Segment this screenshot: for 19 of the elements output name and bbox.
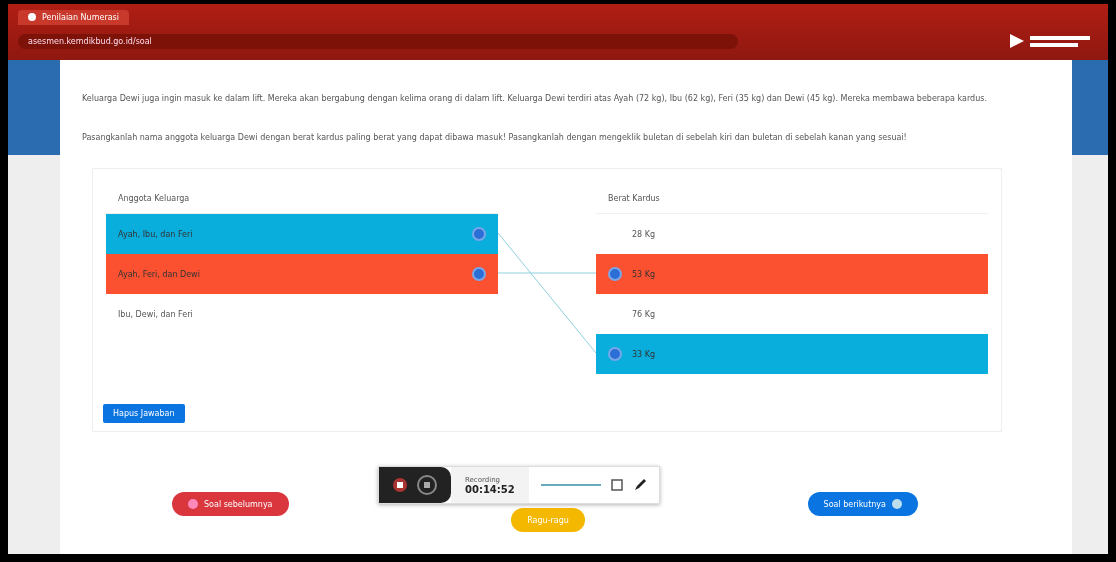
level-meter-icon bbox=[540, 483, 601, 487]
question-text: Pasangkanlah nama anggota keluarga Dewi dengan berat kardus paling berat yang dapat dibawa masuk! Pasangkanlah dengan mengeklik buletan di sebelah kiri dan buletan di sebelah kanan yang sesuai! bbox=[82, 132, 908, 144]
webcam-icon[interactable] bbox=[610, 479, 623, 491]
previous-button[interactable]: Soal sebelumnya bbox=[172, 492, 289, 516]
site-icon bbox=[28, 13, 36, 21]
match-option[interactable]: 33 Kg bbox=[596, 334, 988, 374]
pause-icon[interactable] bbox=[417, 475, 437, 495]
reset-answer-button[interactable]: Hapus Jawaban bbox=[103, 404, 185, 423]
question-text: Keluarga Dewi juga ingin masuk ke dalam lift. Mereka akan bergabung dengan kelima orang di dalam lift. Keluarga Dewi terdiri atas Ayah (72 kg), Ibu (62 kg), Feri (35 kg) dan Dewi (45 kg). Mereka membawa beberapa kardus. bbox=[82, 93, 988, 105]
pen-icon[interactable] bbox=[632, 478, 647, 492]
next-button[interactable]: Soal berikutnya bbox=[807, 492, 918, 516]
browser-tab[interactable]: Penilaian Numerasi bbox=[18, 9, 129, 25]
stop-icon[interactable] bbox=[393, 478, 407, 492]
match-option[interactable]: 53 Kg bbox=[596, 254, 988, 294]
recording-time: 00:14:52 bbox=[465, 483, 515, 495]
match-option[interactable]: Ayah, Ibu, dan Feri bbox=[106, 214, 498, 254]
scrollbar-thumb[interactable] bbox=[1072, 60, 1108, 155]
match-option[interactable]: Ayah, Feri, dan Dewi bbox=[106, 254, 498, 294]
address-bar[interactable]: asesmen.kemdikbud.go.id/soal bbox=[18, 33, 738, 49]
